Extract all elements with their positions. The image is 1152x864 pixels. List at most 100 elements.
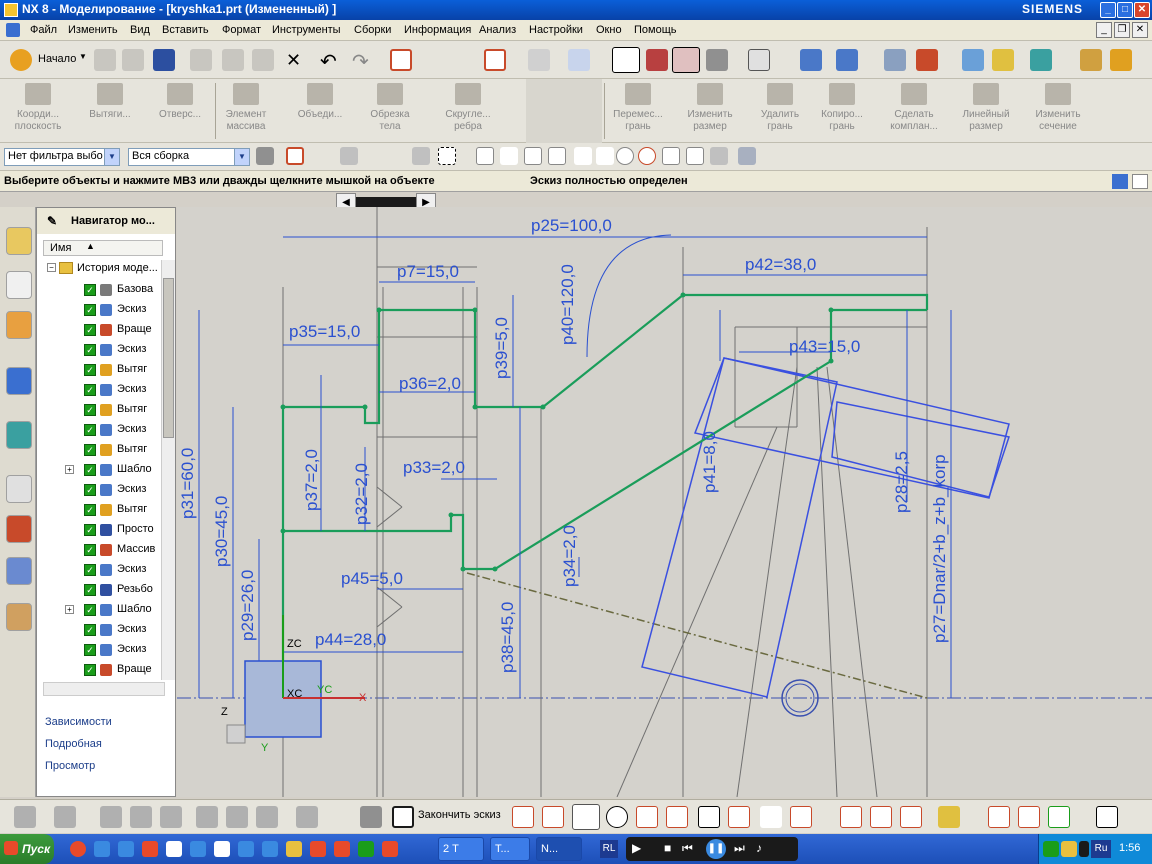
navigator-feature-row[interactable]: + ✓ Шабло <box>47 600 165 620</box>
endpoint-icon[interactable] <box>524 147 542 165</box>
history-icon[interactable] <box>6 475 32 503</box>
visibility-checkbox[interactable]: ✓ <box>84 284 96 296</box>
menu-edit[interactable]: Изменить <box>68 24 118 36</box>
navigator-feature-row[interactable]: ✓ Просто <box>47 520 165 540</box>
dim-p34[interactable]: p34=2,0 <box>560 525 579 587</box>
circle-icon[interactable] <box>606 806 628 828</box>
media-prev-icon[interactable]: ⏮ <box>682 841 693 856</box>
filter-icon[interactable] <box>286 147 304 165</box>
quicklaunch-13-icon[interactable] <box>358 841 374 857</box>
quick-extend-icon[interactable] <box>870 806 892 828</box>
start-button[interactable]: Пуск <box>0 834 54 864</box>
control-point-icon[interactable] <box>574 147 592 165</box>
visibility-checkbox[interactable]: ✓ <box>84 664 96 676</box>
menu-window[interactable]: Окно <box>596 24 622 36</box>
paste-icon[interactable] <box>252 49 274 71</box>
wireframe-cube-icon[interactable] <box>568 49 590 71</box>
menu-format[interactable]: Формат <box>222 24 261 36</box>
navigator-vscroll-thumb[interactable] <box>163 278 174 438</box>
component-icon[interactable] <box>256 806 278 828</box>
trim-body-button[interactable]: Обрезка тела <box>352 81 428 141</box>
visibility-checkbox[interactable]: ✓ <box>84 364 96 376</box>
open-file-icon[interactable] <box>122 49 144 71</box>
media-player-bar[interactable]: ▶ ■ ⏮ ❚❚ ⏭ ♪ <box>626 837 798 861</box>
navigator-hscroll[interactable] <box>43 682 165 696</box>
dim-p29[interactable]: p29=26,0 <box>238 570 257 641</box>
bounded-grid-icon[interactable] <box>738 147 756 165</box>
dim-p43[interactable]: p43=15,0 <box>789 337 860 356</box>
quicklaunch-12-icon[interactable] <box>334 841 350 857</box>
visibility-checkbox[interactable]: ✓ <box>84 344 96 356</box>
dim-p25[interactable]: p25=100,0 <box>531 216 612 235</box>
sketch-tool-1-icon[interactable] <box>14 806 36 828</box>
mdi-close-button[interactable]: ✕ <box>1132 22 1148 38</box>
visibility-checkbox[interactable]: ✓ <box>84 524 96 536</box>
mdi-restore-button[interactable]: ❐ <box>1114 22 1130 38</box>
navigator-feature-row[interactable]: ✓ Базова <box>47 280 165 300</box>
sketch-settings-icon[interactable] <box>1096 806 1118 828</box>
visibility-checkbox[interactable]: ✓ <box>84 544 96 556</box>
cut-icon[interactable] <box>190 49 212 71</box>
snap-icon[interactable] <box>962 49 984 71</box>
assembly-navigator-icon[interactable] <box>6 227 32 255</box>
pin-icon[interactable]: ✎ <box>47 214 57 228</box>
dim-p39[interactable]: p39=5,0 <box>492 317 511 379</box>
media-next-icon[interactable]: ⏭ <box>734 841 745 856</box>
navigator-feature-row[interactable]: ✓ Эскиз <box>47 640 165 660</box>
point-on-curve-icon[interactable] <box>686 147 704 165</box>
type-filter-select[interactable]: Нет фильтра выбо ▼ <box>4 148 120 166</box>
tray-icon-3[interactable] <box>1079 841 1089 857</box>
unite-button[interactable]: Объеди... <box>282 81 358 141</box>
taskbar-word-window[interactable]: T... <box>490 837 530 861</box>
visibility-checkbox[interactable]: ✓ <box>84 384 96 396</box>
navigator-feature-row[interactable]: ✓ Эскиз <box>47 380 165 400</box>
media-volume-icon[interactable]: ♪ <box>756 841 762 855</box>
analysis-icon[interactable] <box>1030 49 1052 71</box>
existing-point-icon[interactable] <box>662 147 680 165</box>
move-component-icon[interactable] <box>296 806 318 828</box>
navigator-feature-row[interactable]: + ✓ Шабло <box>47 460 165 480</box>
assembly-tool-icon[interactable] <box>226 806 248 828</box>
sketch-canvas[interactable]: p25=100,0 p7=15,0 p42=38,0 p35=15,0 p43=… <box>177 207 1152 798</box>
undo-icon[interactable]: ↶ <box>320 49 337 74</box>
name-column-header[interactable]: Имя ▲ <box>43 240 163 256</box>
media-pause-icon[interactable]: ❚❚ <box>706 839 726 859</box>
measure-icon[interactable] <box>992 49 1014 71</box>
dim-p33[interactable]: p33=2,0 <box>403 458 465 477</box>
opera-icon[interactable] <box>70 841 86 857</box>
visibility-checkbox[interactable]: ✓ <box>84 324 96 336</box>
palette-icon[interactable] <box>6 515 32 543</box>
shaded-edges-icon[interactable] <box>672 47 700 73</box>
quicklaunch-11-icon[interactable] <box>310 841 326 857</box>
preview-panel[interactable]: Просмотр <box>45 760 165 780</box>
visibility-checkbox[interactable]: ✓ <box>84 644 96 656</box>
profile-icon[interactable] <box>512 806 534 828</box>
close-button[interactable]: ✕ <box>1134 2 1150 18</box>
assembly-filter-select[interactable]: Вся сборка ▼ <box>128 148 250 166</box>
part-navigator-icon[interactable] <box>6 311 32 339</box>
media-play-icon[interactable]: ▶ <box>632 841 641 855</box>
resize-button[interactable]: Изменить размер <box>672 81 748 141</box>
point-icon[interactable] <box>760 806 782 828</box>
navigator-feature-row[interactable]: ✓ Эскиз <box>47 480 165 500</box>
plane-icon[interactable] <box>528 49 550 71</box>
navigator-feature-row[interactable]: ✓ Вытяг <box>47 440 165 460</box>
wcs-orient-icon[interactable] <box>836 49 858 71</box>
quicklaunch-2-icon[interactable] <box>94 841 110 857</box>
edge-blend-button[interactable]: Скругле... ребра <box>430 81 506 141</box>
maximize-button[interactable]: □ <box>1117 2 1133 18</box>
start-dropdown-icon[interactable]: ▼ <box>79 52 87 61</box>
navigator-feature-row[interactable]: ✓ Массив <box>47 540 165 560</box>
linear-dimension-button[interactable]: Линейный размер <box>948 81 1024 141</box>
midpoint-icon[interactable] <box>548 147 566 165</box>
taskbar-folder-group[interactable]: 2 Т <box>438 837 484 861</box>
dim-p27[interactable]: p27=Dnar/2+b_z+b_korp <box>930 454 949 643</box>
snap-points-icon[interactable] <box>476 147 494 165</box>
pencil-icon[interactable] <box>1110 49 1132 71</box>
navigator-feature-row[interactable]: ✓ Эскиз <box>47 560 165 580</box>
details-panel[interactable]: Подробная <box>45 738 165 758</box>
select-all-icon[interactable] <box>390 49 412 71</box>
graphics-window[interactable]: p25=100,0 p7=15,0 p42=38,0 p35=15,0 p43=… <box>177 207 1152 798</box>
quicklaunch-6-icon[interactable] <box>190 841 206 857</box>
tray-icon-2[interactable] <box>1061 841 1077 857</box>
